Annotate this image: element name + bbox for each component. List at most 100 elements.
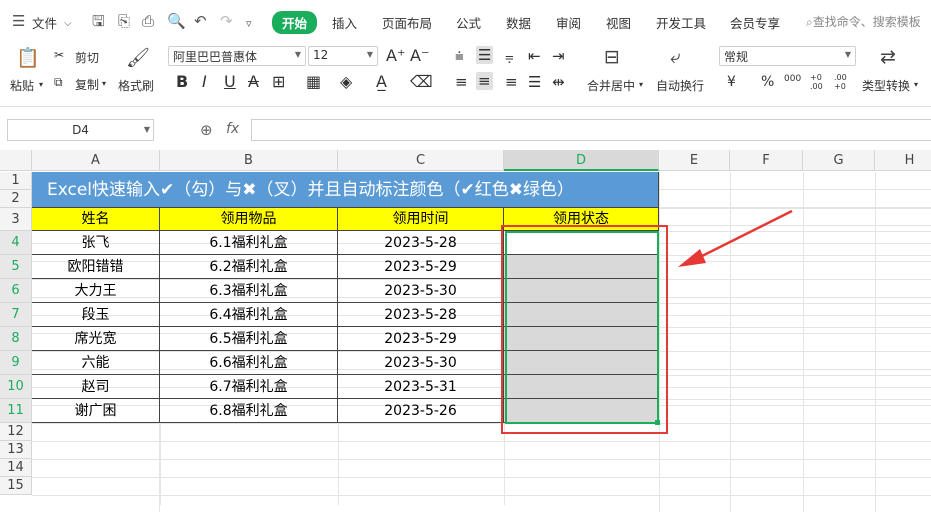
table-cell-status[interactable] [504,375,659,399]
align-bottom-icon[interactable]: ⩦ [505,47,514,65]
tab-insert[interactable]: 插入 [332,13,357,32]
column-header-h[interactable]: H [875,150,931,171]
table-cell-item[interactable]: 6.3福利礼盒 [160,279,338,303]
align-left-icon[interactable]: ≡ [455,73,468,91]
table-cell-name[interactable]: 谢广困 [32,399,160,423]
tab-page-layout[interactable]: 页面布局 [382,13,432,32]
hamburger-icon[interactable]: ☰ [12,12,25,30]
column-header-b[interactable]: B [160,150,338,171]
font-shrink-icon[interactable]: A⁻ [410,46,429,65]
fill-handle[interactable] [655,420,660,425]
align-top-icon[interactable]: ⩧ [455,47,464,65]
table-cell-item[interactable]: 6.2福利礼盒 [160,255,338,279]
table-cell-status[interactable] [504,279,659,303]
chevron-down-icon[interactable]: ▼ [144,120,150,140]
more-icon[interactable]: ▿ [246,15,252,33]
formula-input[interactable] [251,119,931,141]
table-cell-name[interactable]: 大力王 [32,279,160,303]
table-cell-time[interactable]: 2023-5-28 [338,303,504,327]
column-header-g[interactable]: G [803,150,875,171]
export-icon[interactable]: ⎘ [118,12,130,30]
tab-review[interactable]: 审阅 [556,13,581,32]
table-cell-name[interactable]: 席光宽 [32,327,160,351]
type-convert-icon[interactable]: ⇄ [880,46,896,68]
tab-data[interactable]: 数据 [506,13,531,32]
table-cell-time[interactable]: 2023-5-30 [338,351,504,375]
font-name-select[interactable]: 阿里巴巴普惠体 ▼ [168,46,306,66]
table-cell-status[interactable] [504,303,659,327]
table-cell-item[interactable]: 6.5福利礼盒 [160,327,338,351]
merge-icon[interactable]: ⊟ [604,46,620,68]
indent-decrease-icon[interactable]: ⇤ [528,47,541,65]
copy-icon[interactable]: ⧉ [54,75,63,90]
file-menu[interactable]: 文件 [32,13,57,32]
select-all-corner[interactable] [0,150,32,171]
auto-wrap-button[interactable]: 自动换行 [656,77,704,94]
undo-icon[interactable]: ↶ [194,12,207,30]
chevron-down-icon[interactable]: ▾ [639,80,643,89]
header-cell-time[interactable]: 领用时间 [338,208,504,231]
tab-formulas[interactable]: 公式 [456,13,481,32]
tab-home[interactable]: 开始 [272,11,318,34]
row-header[interactable]: 9 [0,351,32,375]
merge-center-button[interactable]: 合并居中 [587,77,635,94]
save-icon[interactable]: 🖫 [92,12,105,30]
name-box[interactable]: D4 ▼ [7,119,154,141]
number-format-select[interactable]: 常规 ▼ [719,46,856,66]
table-cell-time[interactable]: 2023-5-28 [338,231,504,255]
print-icon[interactable]: ⎙ [142,12,154,30]
underline-button[interactable]: U [224,72,236,91]
row-header[interactable]: 5 [0,255,32,279]
row-header[interactable]: 13 [0,441,32,459]
cut-icon[interactable]: ✂ [54,48,64,62]
percent-button[interactable]: % [761,74,774,90]
table-cell-item[interactable]: 6.1福利礼盒 [160,231,338,255]
table-cell-name[interactable]: 欧阳错错 [32,255,160,279]
row-header[interactable]: 7 [0,303,32,327]
header-cell-status[interactable]: 领用状态 [504,208,659,231]
font-grow-icon[interactable]: A⁺ [386,46,405,65]
table-cell-time[interactable]: 2023-5-29 [338,255,504,279]
column-header-e[interactable]: E [659,150,730,171]
table-cell-name[interactable]: 段玉 [32,303,160,327]
format-painter-icon[interactable]: 🖌 [126,46,150,69]
cut-button[interactable]: 剪切 [75,49,99,66]
thousands-button[interactable]: 000 [784,74,801,84]
clear-format-icon[interactable]: ⌫ [410,72,433,91]
align-right-icon[interactable]: ≡ [505,73,518,91]
cell-style-icon[interactable]: ▦ [306,72,321,91]
tab-view[interactable]: 视图 [606,13,631,32]
table-cell-time[interactable]: 2023-5-30 [338,279,504,303]
tab-developer[interactable]: 开发工具 [656,13,706,32]
row-header[interactable]: 6 [0,279,32,303]
table-cell-status[interactable] [504,327,659,351]
fill-color-icon[interactable]: ◈ [340,72,352,91]
table-cell-time[interactable]: 2023-5-29 [338,327,504,351]
indent-increase-icon[interactable]: ⇥ [552,47,565,65]
table-title-cell[interactable]: Excel快速输入✔（勾）与✖（叉）并且自动标注颜色（✔红色✖绿色） [32,172,659,208]
strikethrough-button[interactable]: A [248,72,259,91]
column-header-f[interactable]: F [730,150,803,171]
table-cell-item[interactable]: 6.8福利礼盒 [160,399,338,423]
font-color-icon[interactable]: A̲ [376,72,387,91]
bold-button[interactable]: B [176,72,188,91]
search-box[interactable]: ⌕查找命令、搜索模板 [806,13,921,30]
row-header[interactable]: 3 [0,208,32,231]
fx-icon[interactable]: fx [226,121,239,137]
table-cell-time[interactable]: 2023-5-31 [338,375,504,399]
table-cell-time[interactable]: 2023-5-26 [338,399,504,423]
row-header[interactable]: 8 [0,327,32,351]
zoom-icon[interactable]: ⊕ [200,121,213,139]
column-header-a[interactable]: A [32,150,160,171]
chevron-down-icon[interactable]: ⌵ [64,15,72,33]
row-header[interactable]: 10 [0,375,32,399]
row-header[interactable]: 4 [0,231,32,255]
currency-button[interactable]: ¥ [727,74,736,90]
table-cell-status[interactable] [504,231,659,255]
table-cell-name[interactable]: 赵司 [32,375,160,399]
border-icon[interactable]: ⊞ [272,72,285,91]
align-middle-icon[interactable]: ☰ [476,46,494,64]
table-cell-item[interactable]: 6.7福利礼盒 [160,375,338,399]
justify-icon[interactable]: ☰ [528,73,541,91]
table-cell-status[interactable] [504,399,659,423]
